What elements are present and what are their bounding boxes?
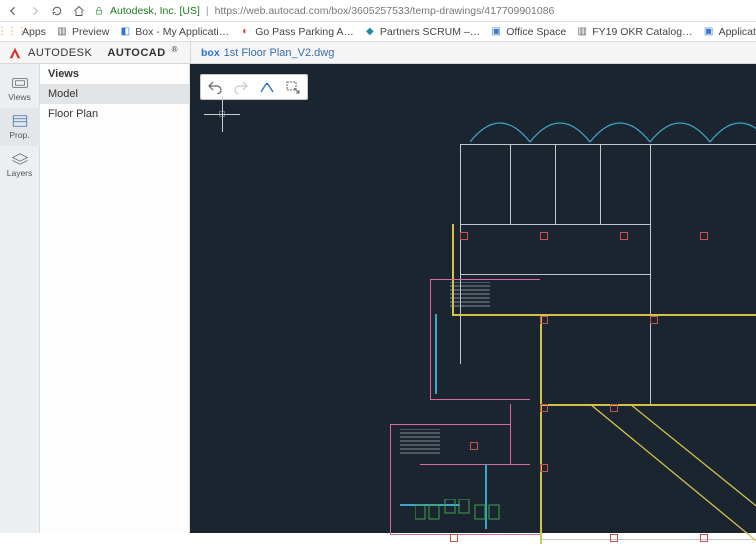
- bookmark-partners[interactable]: ◆Partners SCRUM –…: [364, 26, 480, 38]
- folder-icon: ▥: [56, 26, 68, 38]
- bookmark-office[interactable]: ▣Office Space: [490, 26, 566, 38]
- diamond-icon: ◆: [364, 26, 376, 38]
- apps-icon: ⋮⋮⋮: [6, 26, 18, 38]
- lock-icon: [94, 6, 104, 16]
- side-panel-title: Views: [40, 64, 189, 84]
- bookmark-apps[interactable]: ⋮⋮⋮Apps: [6, 26, 46, 38]
- side-item-model[interactable]: Model: [40, 84, 189, 104]
- canvas-toolbar: [200, 74, 308, 100]
- box-icon: ◧: [119, 26, 131, 38]
- address-bar[interactable]: Autodesk, Inc. [US] | https://web.autoca…: [94, 5, 750, 17]
- folder-icon: ▥: [576, 26, 588, 38]
- bookmarks-bar: ⋮⋮⋮Apps ▥Preview ◧Box - My Applicati… ◐G…: [0, 22, 756, 42]
- back-icon[interactable]: [6, 4, 20, 18]
- forward-icon[interactable]: [28, 4, 42, 18]
- brand: AUTODESK AUTOCAD ®: [0, 46, 190, 60]
- redo-icon[interactable]: [233, 79, 249, 95]
- reload-icon[interactable]: [50, 4, 64, 18]
- file-source: box: [201, 47, 220, 59]
- select-window-icon[interactable]: [285, 79, 301, 95]
- file-tab[interactable]: box 1st Floor Plan_V2.dwg: [190, 42, 344, 64]
- floorplan-geometry: [390, 104, 756, 533]
- side-item-floorplan[interactable]: Floor Plan: [40, 104, 189, 124]
- square-icon: ▣: [703, 26, 715, 38]
- file-name: 1st Floor Plan_V2.dwg: [224, 47, 335, 59]
- undo-icon[interactable]: [207, 79, 223, 95]
- bookmark-appeng[interactable]: ▣Application Engag…: [703, 26, 756, 38]
- bookmark-preview[interactable]: ▥Preview: [56, 26, 109, 38]
- bookmark-gopass[interactable]: ◐Go Pass Parking A…: [239, 26, 354, 38]
- url-security-label: Autodesk, Inc. [US]: [110, 5, 200, 17]
- url-text: https://web.autocad.com/box/3605257533/t…: [215, 5, 555, 17]
- bookmark-box[interactable]: ◧Box - My Applicati…: [119, 26, 229, 38]
- square-icon: ▣: [490, 26, 502, 38]
- bookmark-okr[interactable]: ▥FY19 OKR Catalog…: [576, 26, 692, 38]
- main-area: Views Prop. Layers Views Model Floor Pla…: [0, 64, 756, 533]
- browser-toolbar: Autodesk, Inc. [US] | https://web.autoca…: [0, 0, 756, 22]
- side-panel: Views Model Floor Plan: [40, 64, 190, 533]
- autocad-logo-icon: [8, 46, 22, 60]
- side-rail: Views Prop. Layers: [0, 64, 40, 533]
- snap-icon[interactable]: [259, 79, 275, 95]
- app-header: AUTODESK AUTOCAD ® box 1st Floor Plan_V2…: [0, 42, 756, 64]
- drawing-canvas[interactable]: [190, 64, 756, 533]
- rail-prop[interactable]: Prop.: [0, 108, 40, 146]
- rail-layers[interactable]: Layers: [0, 146, 40, 184]
- home-icon[interactable]: [72, 4, 86, 18]
- rail-views[interactable]: Views: [0, 70, 40, 108]
- circle-icon: ◐: [239, 26, 251, 38]
